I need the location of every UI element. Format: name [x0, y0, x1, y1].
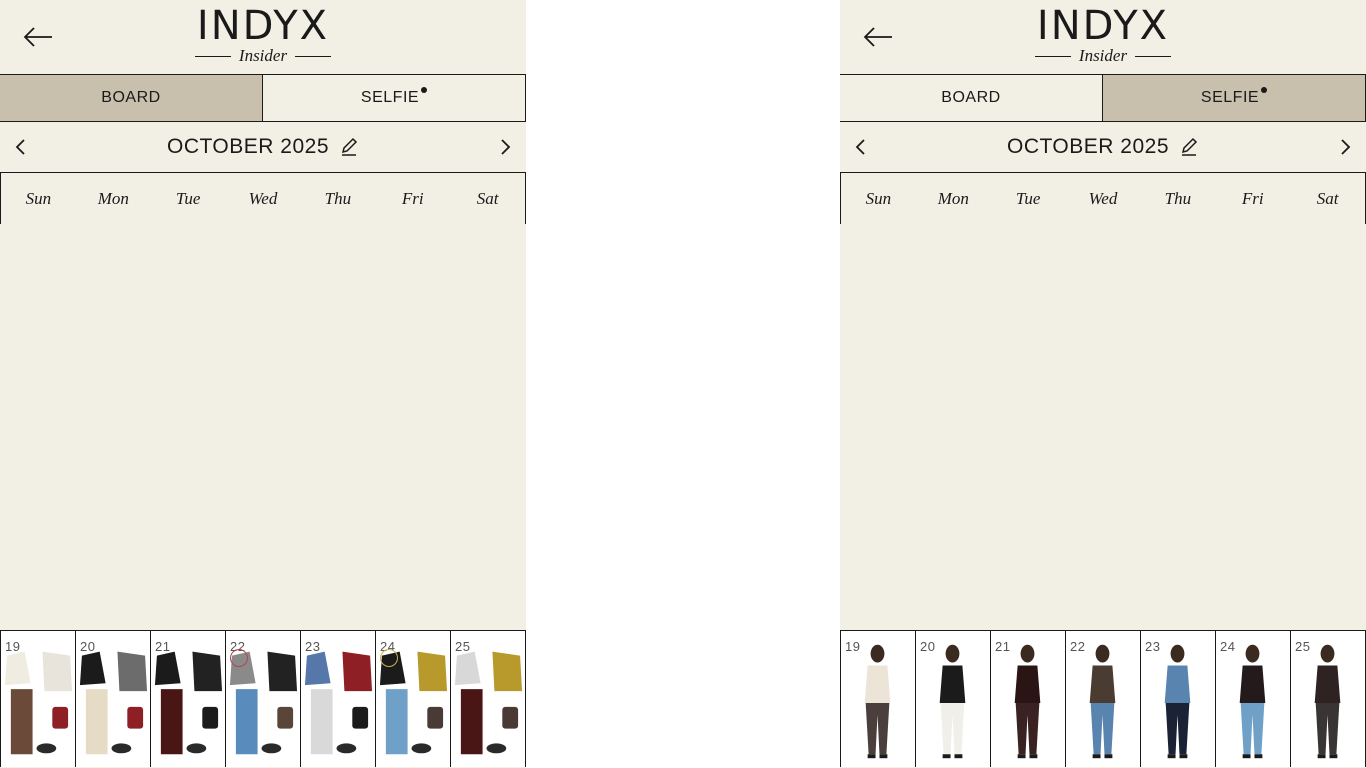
weekday-wed: Wed	[248, 188, 278, 208]
app-header: INDYX Insider	[0, 0, 526, 74]
tab-board-label: BOARD	[101, 89, 161, 106]
chevron-left-icon[interactable]	[854, 137, 868, 157]
logo: INDYX Insider	[840, 4, 1366, 64]
board-panel: INDYX Insider BOARD SELFIE OCTOBER 2025 …	[0, 0, 526, 768]
calendar-empty-area	[840, 224, 1366, 630]
day-cell[interactable]: 22	[1065, 631, 1140, 767]
tab-board[interactable]: BOARD	[0, 75, 262, 121]
day-number: 24	[1220, 639, 1236, 654]
weekday-sat: Sat	[1316, 188, 1339, 208]
day-number: 23	[305, 639, 321, 654]
calendar-week: 19 20 21 22 23 24 25	[0, 630, 526, 767]
day-cell[interactable]: 24	[1215, 631, 1290, 767]
tab-selfie[interactable]: SELFIE	[1102, 75, 1366, 121]
pencil-icon[interactable]	[1179, 137, 1199, 157]
day-cell[interactable]: 25	[1290, 631, 1366, 767]
weekday-sun: Sun	[865, 188, 892, 208]
weekday-tue: Tue	[1015, 188, 1041, 208]
selfie-panel: INDYX Insider BOARD SELFIE OCTOBER 2025 …	[840, 0, 1366, 768]
month-navigation: OCTOBER 2025	[0, 122, 526, 172]
logo: INDYX Insider	[0, 4, 526, 64]
day-number: 21	[155, 639, 171, 654]
month-navigation: OCTOBER 2025	[840, 122, 1366, 172]
weekday-header: Sun Mon Tue Wed Thu Fri Sat	[840, 172, 1366, 224]
day-number: 25	[455, 639, 471, 654]
tab-selfie-label: SELFIE	[1200, 89, 1260, 106]
tab-board-label: BOARD	[941, 89, 1001, 106]
notification-dot	[1261, 87, 1268, 93]
day-cell[interactable]: 22	[225, 631, 300, 767]
tab-board[interactable]: BOARD	[840, 75, 1102, 121]
weekday-tue: Tue	[175, 188, 201, 208]
weekday-mon: Mon	[937, 188, 969, 208]
chevron-left-icon[interactable]	[14, 137, 28, 157]
logo-sub-text: Insider	[238, 46, 288, 65]
month-title: OCTOBER 2025	[166, 135, 329, 158]
chevron-right-icon[interactable]	[498, 137, 512, 157]
view-tabs: BOARD SELFIE	[840, 74, 1366, 122]
logo-main: INDYX	[196, 3, 330, 49]
calendar-empty-area	[0, 224, 526, 630]
weekday-sat: Sat	[476, 188, 499, 208]
weekday-mon: Mon	[97, 188, 129, 208]
app-header: INDYX Insider	[840, 0, 1366, 74]
day-cell[interactable]: 20	[915, 631, 990, 767]
weekday-thu: Thu	[1164, 188, 1192, 208]
day-cell[interactable]: 23	[300, 631, 375, 767]
day-cell[interactable]: 19	[840, 631, 915, 767]
day-number: 19	[5, 639, 21, 654]
day-cell[interactable]: 20	[75, 631, 150, 767]
logo-sub: Insider	[840, 46, 1366, 65]
tab-selfie-label: SELFIE	[360, 89, 420, 106]
notification-dot	[421, 87, 428, 93]
weekday-header: Sun Mon Tue Wed Thu Fri Sat	[0, 172, 526, 224]
weekday-fri: Fri	[401, 188, 424, 208]
day-number: 21	[995, 639, 1011, 654]
view-tabs: BOARD SELFIE	[0, 74, 526, 122]
logo-sub: Insider	[0, 46, 526, 65]
weekday-fri: Fri	[1241, 188, 1264, 208]
day-cell[interactable]: 23	[1140, 631, 1215, 767]
day-number: 19	[845, 639, 861, 654]
logo-main: INDYX	[1036, 3, 1170, 49]
chevron-right-icon[interactable]	[1338, 137, 1352, 157]
day-number: 22	[1070, 639, 1086, 654]
status-ring	[380, 649, 398, 667]
calendar-week: 19 20 21 22 23 24 25	[840, 630, 1366, 767]
weekday-thu: Thu	[324, 188, 352, 208]
day-cell[interactable]: 25	[450, 631, 526, 767]
day-number: 20	[920, 639, 936, 654]
weekday-sun: Sun	[25, 188, 52, 208]
status-ring	[230, 649, 248, 667]
weekday-wed: Wed	[1088, 188, 1118, 208]
pencil-icon[interactable]	[339, 137, 359, 157]
month-title: OCTOBER 2025	[1006, 135, 1169, 158]
day-cell[interactable]: 24	[375, 631, 450, 767]
logo-sub-text: Insider	[1078, 46, 1128, 65]
day-number: 20	[80, 639, 96, 654]
day-number: 23	[1145, 639, 1161, 654]
tab-selfie[interactable]: SELFIE	[262, 75, 526, 121]
day-number: 25	[1295, 639, 1311, 654]
day-cell[interactable]: 19	[0, 631, 75, 767]
day-cell[interactable]: 21	[990, 631, 1065, 767]
day-cell[interactable]: 21	[150, 631, 225, 767]
